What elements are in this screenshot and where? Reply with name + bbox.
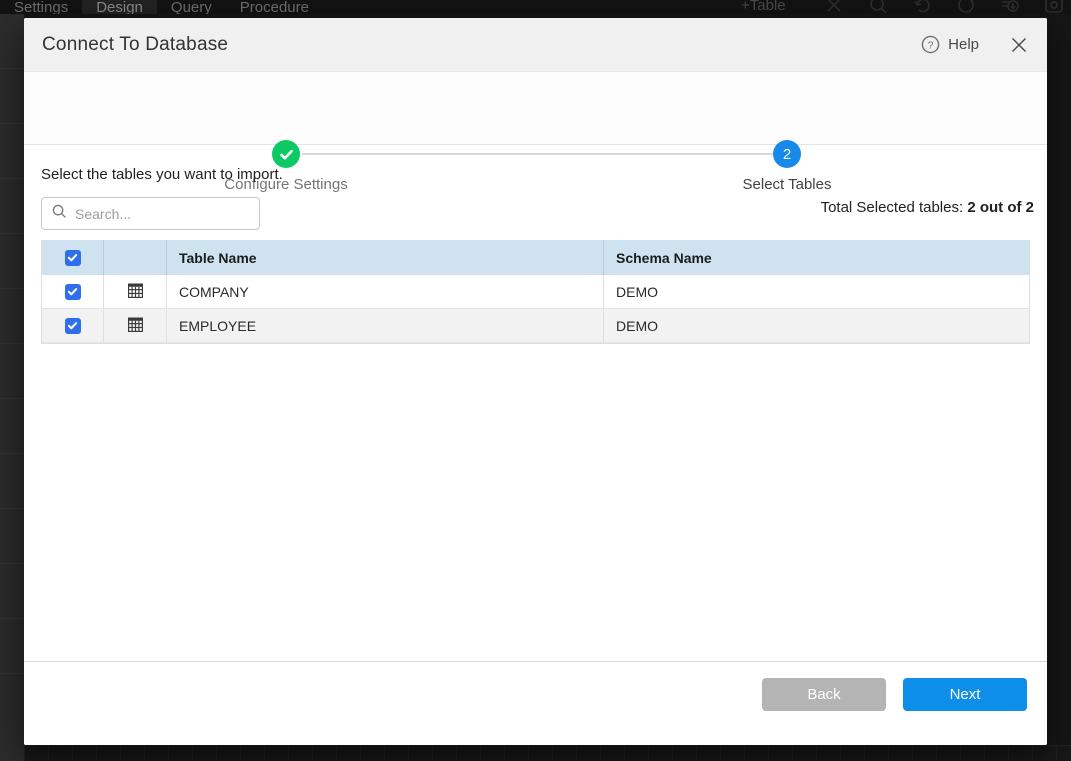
help-button[interactable]: ? Help [921, 35, 979, 54]
tab-query[interactable]: Query [157, 0, 226, 14]
table-header-row: Table Name Schema Name [42, 240, 1029, 275]
select-all-checkbox[interactable] [65, 250, 81, 266]
tables-list: Table Name Schema Name COMPANY DEMO [41, 240, 1030, 344]
search-input[interactable] [75, 206, 256, 222]
schema-name-cell: DEMO [604, 275, 1029, 308]
dialog-footer: Back Next [24, 661, 1047, 745]
search-icon[interactable] [868, 0, 888, 14]
step-2-label: Select Tables [687, 176, 887, 193]
camera-icon[interactable] [1044, 0, 1064, 14]
step-1-complete-icon[interactable] [272, 140, 300, 168]
search-box[interactable] [41, 197, 260, 230]
refresh-icon[interactable] [956, 0, 976, 14]
table-name-column-header: Table Name [167, 240, 604, 275]
tab-settings[interactable]: Settings [0, 0, 82, 14]
tab-design[interactable]: Design [82, 0, 157, 14]
close-icon[interactable] [824, 0, 844, 14]
step-connector [302, 153, 773, 155]
schema-name-column-header: Schema Name [604, 240, 1029, 275]
back-button[interactable]: Back [762, 678, 886, 711]
table-row[interactable]: EMPLOYEE DEMO [42, 309, 1029, 343]
undo-icon[interactable] [912, 0, 932, 14]
app-sidebar [0, 14, 24, 761]
dialog-close-icon[interactable] [1009, 35, 1029, 55]
search-icon [52, 204, 67, 224]
table-name-cell: COMPANY [167, 275, 604, 308]
table-row[interactable]: COMPANY DEMO [42, 275, 1029, 309]
app-toolbar: Settings Design Query Procedure +Table [0, 0, 1071, 14]
add-table-button[interactable]: +Table [741, 0, 786, 14]
dialog-header: Connect To Database ? Help [24, 18, 1047, 72]
next-button[interactable]: Next [903, 678, 1027, 711]
intro-text: Select the tables you want to import. [41, 166, 283, 183]
tab-procedure[interactable]: Procedure [226, 0, 323, 14]
row-checkbox[interactable] [65, 284, 81, 300]
connect-to-database-dialog: Connect To Database ? Help 2 Configure S… [24, 18, 1047, 745]
help-label: Help [948, 36, 979, 53]
table-grid-icon [127, 316, 144, 336]
table-name-cell: EMPLOYEE [167, 309, 604, 342]
export-icon[interactable] [1000, 0, 1020, 14]
icon-column-header [104, 240, 167, 275]
wizard-stepper: 2 Configure Settings Select Tables [24, 72, 1047, 145]
step-2-indicator[interactable]: 2 [773, 140, 801, 168]
dialog-title: Connect To Database [42, 34, 228, 56]
table-grid-icon [127, 282, 144, 302]
app-tab-bar: Settings Design Query Procedure [0, 0, 323, 14]
total-selected-tables: Total Selected tables: 2 out of 2 [821, 199, 1034, 216]
schema-name-cell: DEMO [604, 309, 1029, 342]
svg-text:?: ? [928, 40, 934, 51]
total-value: 2 out of 2 [967, 199, 1034, 216]
canvas-grid [24, 745, 1071, 761]
help-icon: ? [921, 35, 940, 54]
row-checkbox[interactable] [65, 318, 81, 334]
step-2-number: 2 [783, 146, 791, 163]
total-label: Total Selected tables: [821, 199, 964, 216]
